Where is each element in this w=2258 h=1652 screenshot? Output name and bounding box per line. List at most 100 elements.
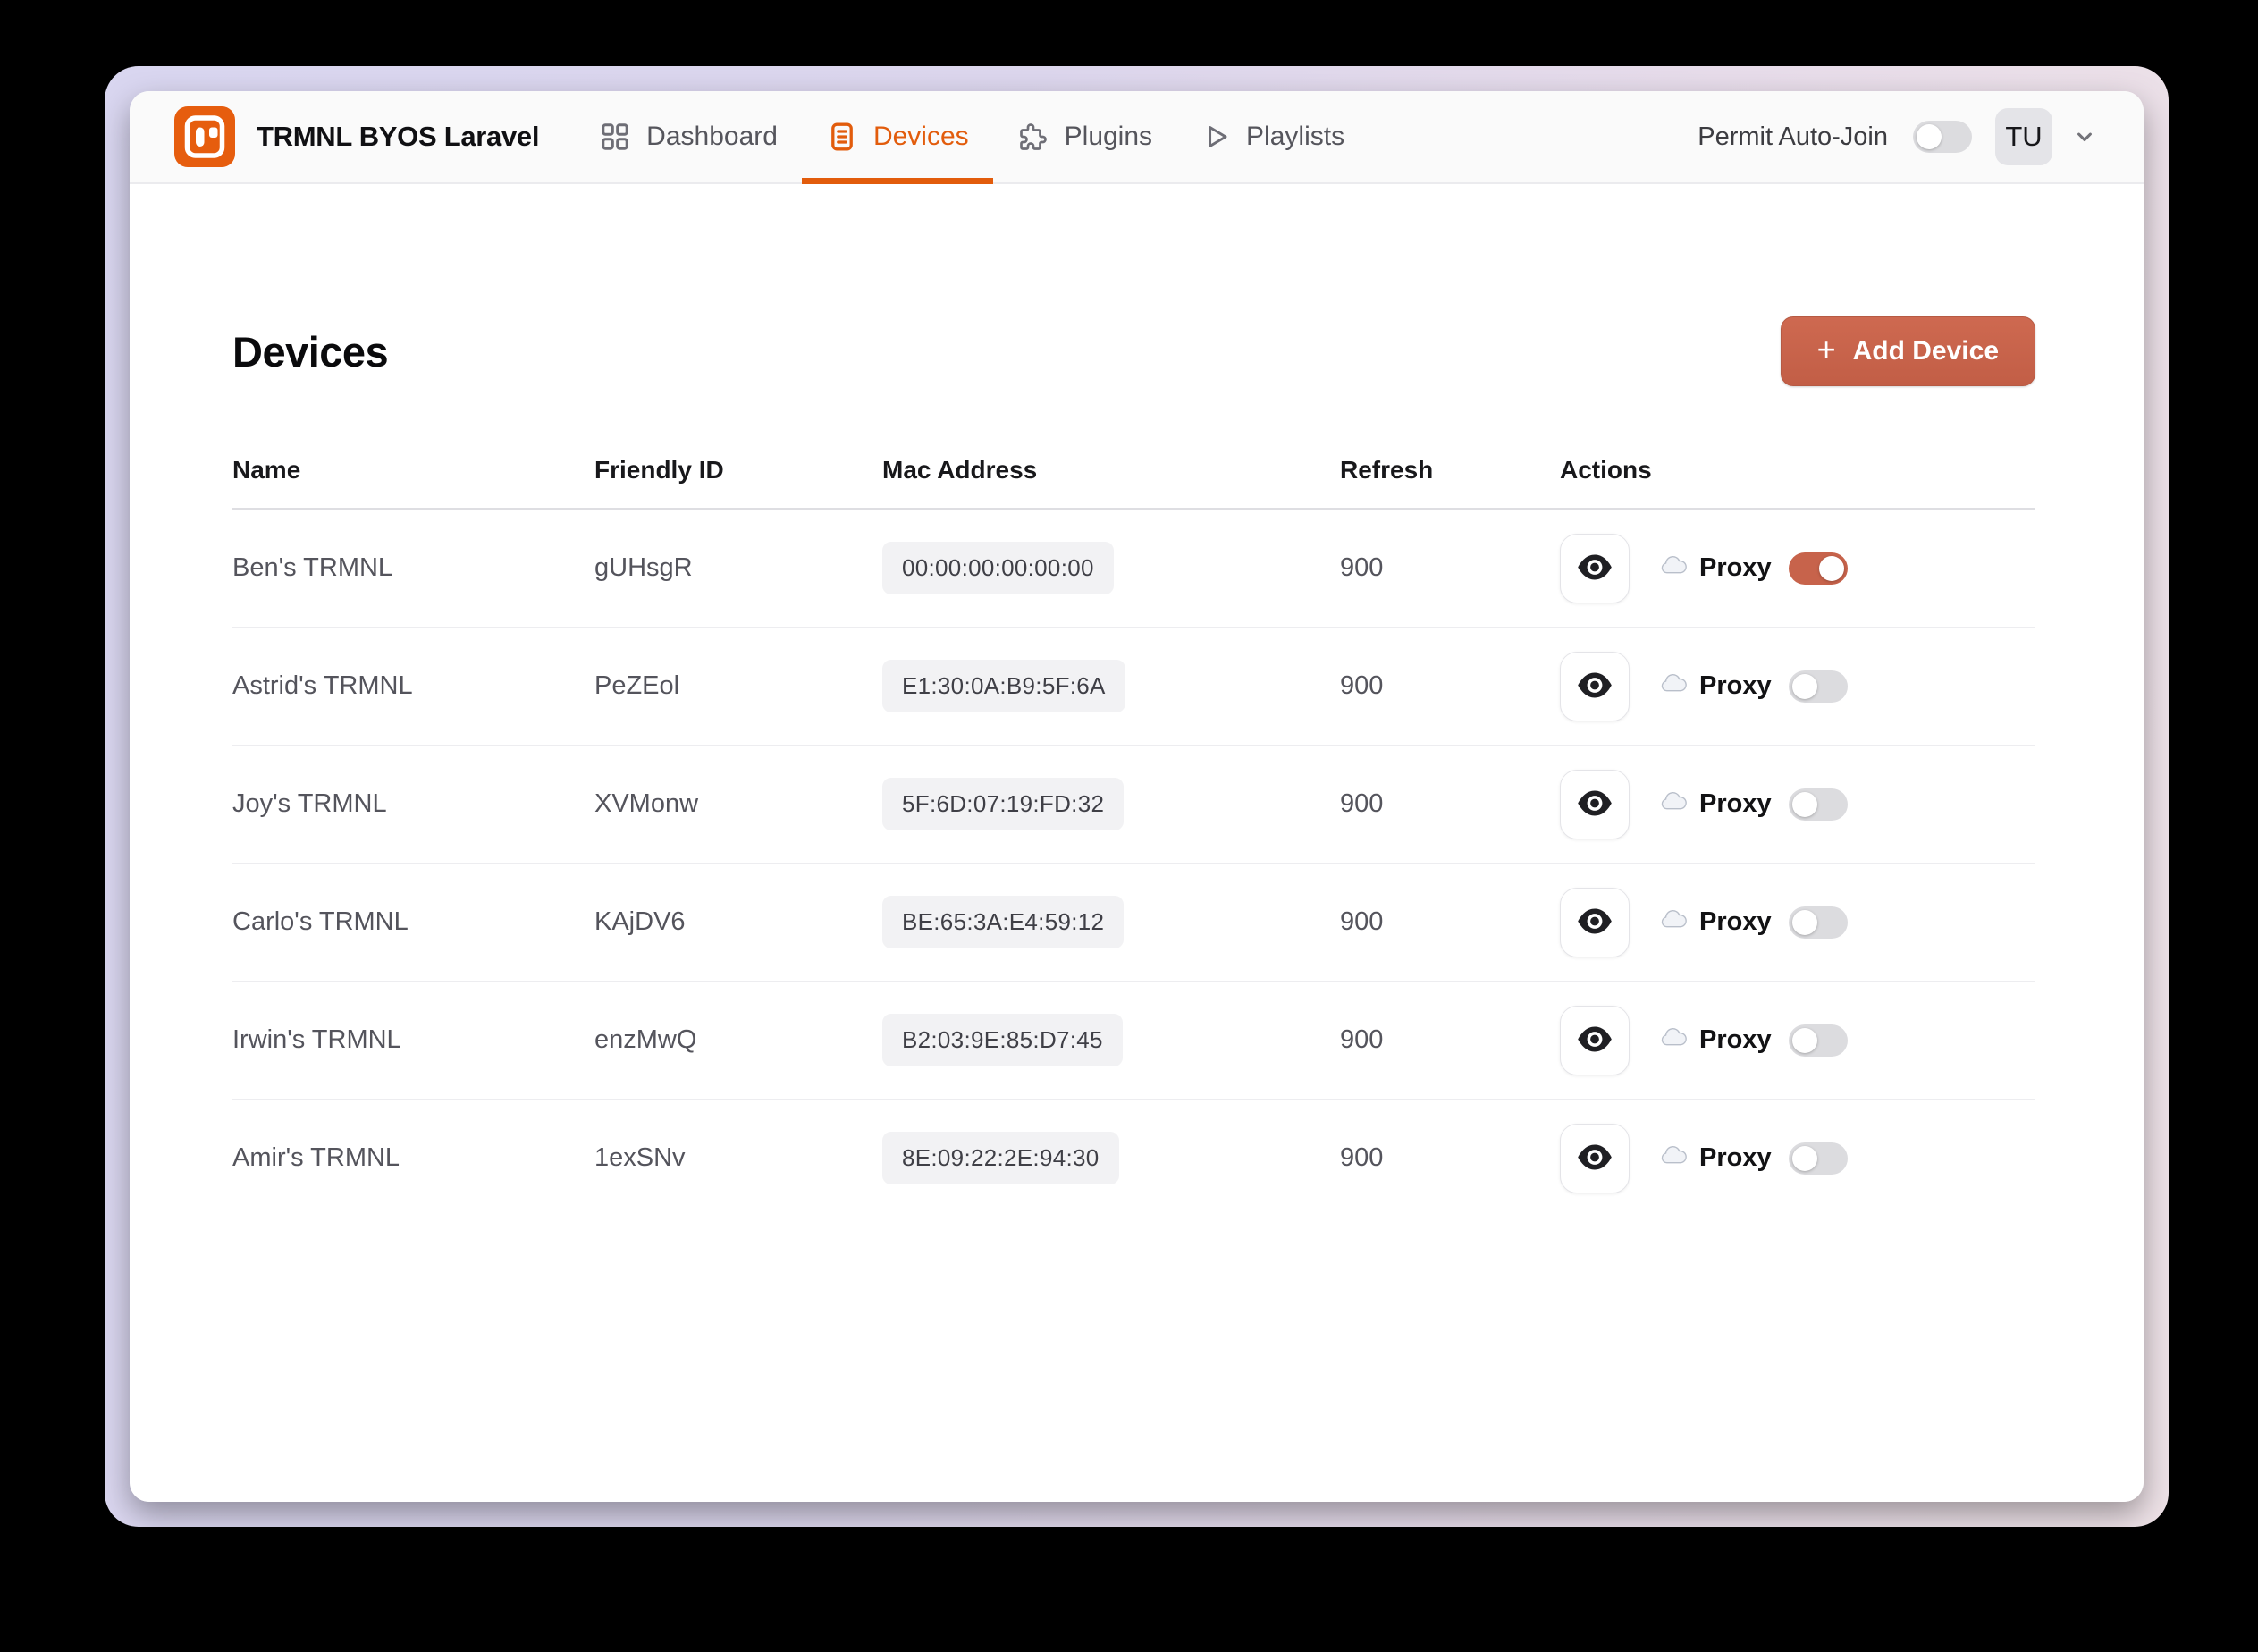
play-icon [1201,122,1231,152]
col-header-mac-address: Mac Address [882,456,1038,484]
nav-item-devices[interactable]: Devices [801,91,993,184]
toggle-knob [1791,673,1817,699]
nav-label: Devices [872,122,969,151]
table-row: Ben's TRMNL gUHsgR 00:00:00:00:00:00 900 [232,510,2035,628]
proxy-label: Proxy [1699,1143,1772,1172]
mac-address-pill: B2:03:9E:85:D7:45 [882,1014,1123,1066]
cloud-icon [1660,1025,1688,1055]
permit-auto-join-label: Permit Auto-Join [1698,122,1888,151]
device-friendly-id: PeZEol [594,671,680,700]
app-title: TRMNL BYOS Laravel [257,121,540,152]
device-refresh: 900 [1340,553,1384,582]
toggle-knob [1791,1027,1817,1053]
toggle-knob [1791,1145,1817,1171]
cloud-icon [1660,1143,1688,1173]
col-header-friendly-id: Friendly ID [594,456,724,484]
device-mac-cell: B2:03:9E:85:D7:45 [882,1014,1123,1066]
nav-label: Plugins [1064,122,1153,151]
main-content: Devices + Add Device Name Friendly ID Ma… [130,184,2144,1502]
device-actions: Proxy [1560,651,2035,721]
device-mac-cell: 8E:09:22:2E:94:30 [882,1132,1119,1184]
device-refresh: 900 [1340,789,1384,818]
grid-icon [599,121,631,153]
cloud-icon [1660,907,1688,937]
proxy-group: Proxy [1660,1142,1848,1175]
eye-icon [1577,1025,1613,1056]
device-friendly-id: gUHsgR [594,553,693,582]
mac-address-pill: 8E:09:22:2E:94:30 [882,1132,1119,1184]
proxy-toggle[interactable] [1788,552,1848,585]
cloud-icon [1660,789,1688,819]
toggle-knob [1791,909,1817,935]
page-title: Devices [232,327,389,375]
device-mac-cell: 5F:6D:07:19:FD:32 [882,778,1125,830]
eye-icon [1577,553,1613,584]
add-device-button[interactable]: + Add Device [1780,316,2035,386]
proxy-label: Proxy [1699,789,1772,818]
view-device-button[interactable] [1560,651,1630,721]
proxy-toggle[interactable] [1788,670,1848,703]
device-name: Irwin's TRMNL [232,1025,401,1054]
device-name: Astrid's TRMNL [232,671,413,700]
view-device-button[interactable] [1560,1005,1630,1075]
table-row: Joy's TRMNL XVMonw 5F:6D:07:19:FD:32 900 [232,746,2035,864]
proxy-toggle[interactable] [1788,1024,1848,1057]
device-actions: Proxy [1560,769,2035,839]
eye-icon [1577,1143,1613,1174]
device-friendly-id: enzMwQ [594,1025,697,1054]
view-device-button[interactable] [1560,769,1630,839]
mac-address-pill: 5F:6D:07:19:FD:32 [882,778,1125,830]
top-nav-bar: TRMNL BYOS Laravel Dashboard Devices Plu… [130,91,2144,184]
proxy-group: Proxy [1660,788,1848,821]
nav-item-playlists[interactable]: Playlists [1176,91,1369,182]
device-actions: Proxy [1560,1123,2035,1193]
nav-label: Dashboard [646,122,778,151]
view-device-button[interactable] [1560,1123,1630,1193]
cloud-icon [1660,671,1688,701]
device-name: Joy's TRMNL [232,789,387,818]
device-actions: Proxy [1560,1005,2035,1075]
chevron-down-icon[interactable] [2072,124,2097,149]
eye-icon [1577,907,1613,938]
eye-icon [1577,789,1613,820]
device-friendly-id: 1exSNv [594,1143,686,1172]
nav-label: Playlists [1246,122,1345,151]
table-row: Irwin's TRMNL enzMwQ B2:03:9E:85:D7:45 9… [232,982,2035,1100]
device-name: Ben's TRMNL [232,553,393,582]
proxy-toggle[interactable] [1788,1142,1848,1175]
app-window: TRMNL BYOS Laravel Dashboard Devices Plu… [130,91,2144,1502]
toggle-knob [1917,124,1942,149]
nav-item-plugins[interactable]: Plugins [993,91,1176,182]
nav-item-dashboard[interactable]: Dashboard [575,91,802,182]
eye-icon [1577,671,1613,702]
device-mac-cell: E1:30:0A:B9:5F:6A [882,660,1125,712]
toggle-knob [1818,555,1844,581]
table-row: Carlo's TRMNL KAjDV6 BE:65:3A:E4:59:12 9… [232,864,2035,982]
col-header-refresh: Refresh [1340,456,1434,484]
proxy-label: Proxy [1699,553,1772,582]
mac-address-pill: BE:65:3A:E4:59:12 [882,896,1125,948]
device-refresh: 900 [1340,671,1384,700]
table-row: Astrid's TRMNL PeZEol E1:30:0A:B9:5F:6A … [232,628,2035,746]
view-device-button[interactable] [1560,533,1630,603]
proxy-toggle[interactable] [1788,906,1848,939]
plus-icon: + [1816,331,1836,367]
proxy-toggle[interactable] [1788,788,1848,821]
page-head: Devices + Add Device [232,316,2035,386]
device-mac-cell: 00:00:00:00:00:00 [882,542,1114,594]
device-name: Carlo's TRMNL [232,907,409,936]
device-name: Amir's TRMNL [232,1143,400,1172]
device-actions: Proxy [1560,533,2035,603]
user-avatar[interactable]: TU [1995,108,2052,165]
proxy-label: Proxy [1699,1025,1772,1054]
table-body: Ben's TRMNL gUHsgR 00:00:00:00:00:00 900 [232,510,2035,1217]
proxy-group: Proxy [1660,1024,1848,1057]
device-list-icon [826,121,858,153]
proxy-label: Proxy [1699,671,1772,700]
permit-auto-join-toggle[interactable] [1913,121,1972,153]
puzzle-icon [1017,121,1049,153]
view-device-button[interactable] [1560,887,1630,957]
toggle-knob [1791,791,1817,817]
trmnl-logo-icon [174,106,235,167]
table-row: Amir's TRMNL 1exSNv 8E:09:22:2E:94:30 90… [232,1100,2035,1217]
